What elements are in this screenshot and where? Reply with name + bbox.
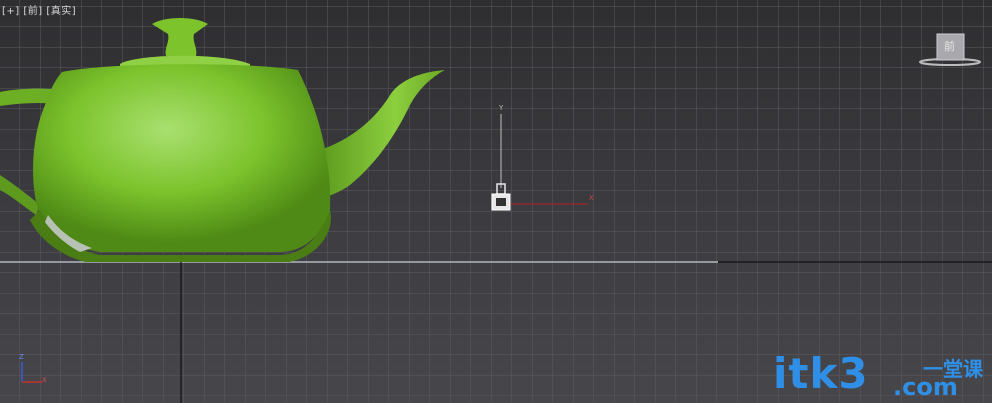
viewport-shading-mode[interactable]: [真实]: [46, 6, 76, 17]
front-viewport[interactable]: Y X Z X [+] [前] [真实] 前 itk3 一堂课 .com: [0, 0, 992, 403]
viewport-label: [+] [前] [真实]: [2, 2, 76, 17]
gizmo-axis-x-label: X: [589, 194, 594, 202]
viewport-point-of-view[interactable]: [前]: [23, 6, 42, 17]
viewcube[interactable]: 前: [918, 30, 982, 70]
transform-gizmo[interactable]: [480, 100, 610, 220]
tripod-x-label: X: [42, 376, 47, 384]
tripod-z-label: Z: [19, 353, 24, 361]
viewport-menu-plus[interactable]: [+]: [2, 6, 20, 17]
watermark-brand: itk3: [773, 349, 869, 398]
gizmo-axis-y-label: Y: [499, 104, 504, 112]
teapot-object[interactable]: [0, 0, 460, 270]
viewcube-face-label: 前: [944, 40, 955, 53]
watermark: itk3 一堂课 .com: [773, 349, 983, 401]
watermark-domain: .com: [893, 373, 958, 401]
